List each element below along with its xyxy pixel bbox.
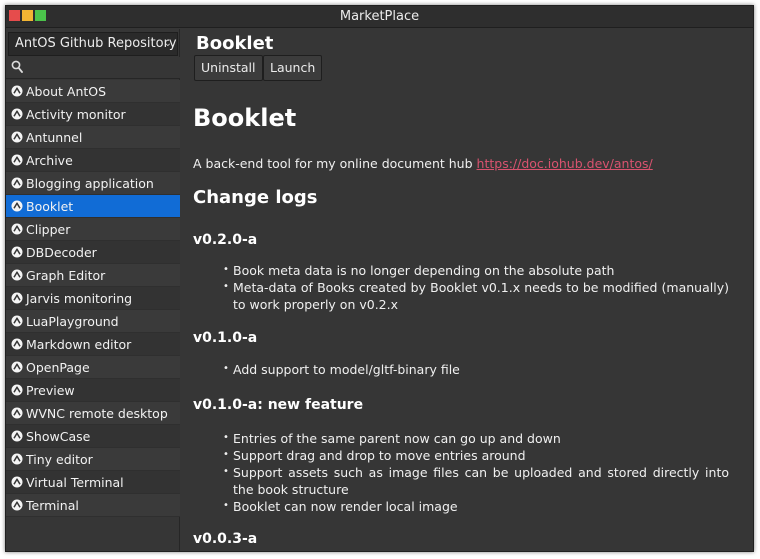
- app-list-item-label: WVNC remote desktop: [26, 406, 168, 421]
- app-list-item-label: Jarvis monitoring: [26, 291, 133, 306]
- app-list-item[interactable]: Antunnel: [6, 126, 180, 149]
- app-list-item-label: Terminal: [26, 498, 79, 513]
- app-package-icon: [11, 246, 23, 258]
- app-list-item-label: About AntOS: [26, 84, 107, 99]
- readme-description: A back-end tool for my online document h…: [193, 156, 653, 171]
- app-list-item[interactable]: Archive: [6, 149, 180, 172]
- app-package-icon: [11, 315, 23, 327]
- doc-link[interactable]: https://doc.iohub.dev/antos/: [477, 156, 653, 171]
- app-list-item-label: ShowCase: [26, 429, 91, 444]
- app-package-icon: [11, 476, 23, 488]
- uninstall-button[interactable]: Uninstall: [194, 55, 263, 81]
- app-package-icon: [11, 384, 23, 396]
- app-package-icon: [11, 108, 23, 120]
- marketplace-window: MarketPlace AntOS Github Repository ⌄ Ab…: [5, 5, 754, 552]
- sidebar: AntOS Github Repository ⌄ About AntOS Act…: [6, 29, 180, 551]
- app-list-item[interactable]: ShowCase: [6, 425, 180, 448]
- app-list-item-label: Preview: [26, 383, 75, 398]
- app-list-item-label: Activity monitor: [26, 107, 126, 122]
- app-package-icon: [11, 338, 23, 350]
- app-list-item[interactable]: Tiny editor: [6, 448, 180, 471]
- app-list-item-label: OpenPage: [26, 360, 90, 375]
- app-list-item[interactable]: Markdown editor: [6, 333, 180, 356]
- app-list-item-label: Antunnel: [26, 130, 83, 145]
- app-package-icon: [11, 85, 23, 97]
- app-package-icon: [11, 453, 23, 465]
- app-list-item-label: Tiny editor: [26, 452, 93, 467]
- repository-select[interactable]: AntOS Github Repository ⌄: [8, 32, 178, 56]
- app-list-item-label: DBDecoder: [26, 245, 97, 260]
- package-title: Booklet: [196, 33, 274, 54]
- app-list-item[interactable]: Booklet: [6, 195, 180, 218]
- title-bar[interactable]: MarketPlace: [6, 6, 753, 28]
- changelog-entry: Add support to model/gltf-binary file: [223, 360, 729, 378]
- chevron-down-icon: ⌄: [163, 38, 172, 49]
- app-list-item[interactable]: LuaPlayground: [6, 310, 180, 333]
- changelog-version-heading: v0.0.3-a: [193, 531, 258, 547]
- app-list-item[interactable]: Blogging application: [6, 172, 180, 195]
- changelog-entry: Meta-data of Books created by Booklet v0…: [223, 278, 729, 313]
- changelog-entry: Entries of the same parent now can go up…: [223, 429, 729, 447]
- app-list-item-label: Virtual Terminal: [26, 475, 124, 490]
- app-list-item[interactable]: Clipper: [6, 218, 180, 241]
- app-list-item-label: Markdown editor: [26, 337, 132, 352]
- app-list-item[interactable]: WVNC remote desktop: [6, 402, 180, 425]
- app-package-icon: [11, 430, 23, 442]
- changelog-list: Add support to model/gltf-binary file: [223, 360, 729, 378]
- app-list-item[interactable]: Terminal: [6, 494, 180, 517]
- app-list-item-label: Graph Editor: [26, 268, 106, 283]
- app-package-icon: [11, 200, 23, 212]
- changelog-entry: Support assets such as image files can b…: [223, 463, 729, 498]
- search-bar: [6, 57, 180, 79]
- changelog-list: Book meta data is no longer depending on…: [223, 261, 729, 313]
- window-title: MarketPlace: [339, 9, 420, 24]
- app-list-item[interactable]: Preview: [6, 379, 180, 402]
- app-list-item[interactable]: DBDecoder: [6, 241, 180, 264]
- app-list-item-label: Blogging application: [26, 176, 154, 191]
- changelog-entry: Booklet can now render local image: [223, 497, 729, 515]
- app-list-item[interactable]: About AntOS: [6, 80, 180, 103]
- launch-button[interactable]: Launch: [263, 55, 323, 81]
- app-package-icon: [11, 154, 23, 166]
- package-detail: Booklet Uninstall Launch Booklet A back-…: [181, 29, 753, 551]
- description-text: A back-end tool for my online document h…: [193, 156, 473, 171]
- app-list-item-label: Booklet: [26, 199, 74, 214]
- app-list-item-label: LuaPlayground: [26, 314, 119, 329]
- readme-heading: Booklet: [193, 104, 297, 132]
- app-package-icon: [11, 223, 23, 235]
- changelog-list: Entries of the same parent now can go up…: [223, 429, 729, 515]
- changelog-entry: Book meta data is no longer depending on…: [223, 261, 729, 279]
- app-list-item[interactable]: OpenPage: [6, 356, 180, 379]
- changelog-version-heading: v0.1.0-a: new feature: [193, 397, 364, 413]
- repository-select-value: AntOS Github Repository: [15, 36, 177, 51]
- app-package-icon: [11, 292, 23, 304]
- search-icon: [11, 60, 23, 73]
- app-list: About AntOS Activity monitor Antunnel Archi…: [6, 80, 180, 517]
- app-package-icon: [11, 177, 23, 189]
- app-package-icon: [11, 407, 23, 419]
- app-package-icon: [11, 131, 23, 143]
- app-package-icon: [11, 361, 23, 373]
- changelog-heading: Change logs: [193, 187, 318, 208]
- app-package-icon: [11, 269, 23, 281]
- app-list-item[interactable]: Graph Editor: [6, 264, 180, 287]
- changelog-entry: Support drag and drop to move entries ar…: [223, 446, 729, 464]
- app-list-item-label: Archive: [26, 153, 73, 168]
- changelog-version-heading: v0.2.0-a: [193, 232, 258, 248]
- search-input[interactable]: [26, 58, 176, 77]
- changelog-version-heading: v0.1.0-a: [193, 330, 258, 346]
- app-list-item[interactable]: Jarvis monitoring: [6, 287, 180, 310]
- app-list-item[interactable]: Virtual Terminal: [6, 471, 180, 494]
- app-list-item[interactable]: Activity monitor: [6, 103, 180, 126]
- app-package-icon: [11, 499, 23, 511]
- app-list-item-label: Clipper: [26, 222, 71, 237]
